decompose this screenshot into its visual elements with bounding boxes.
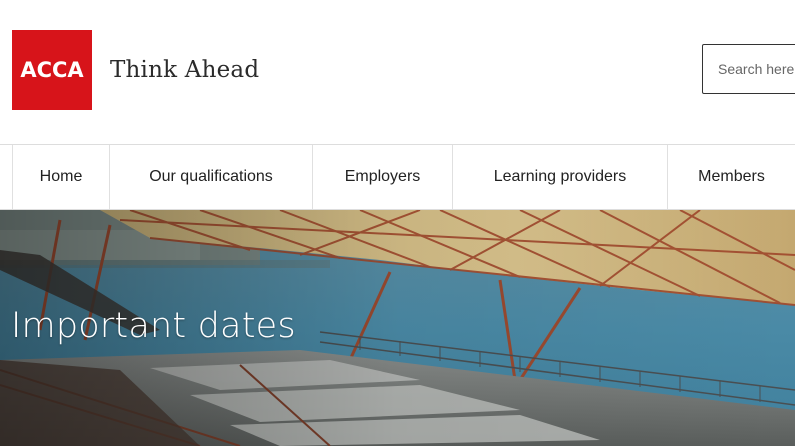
- nav-item-employers[interactable]: Employers: [312, 145, 452, 209]
- search-input[interactable]: [718, 61, 795, 77]
- nav-item-home[interactable]: Home: [12, 145, 109, 209]
- page: ACCA Think Ahead Home Our qualifications…: [0, 0, 795, 446]
- page-title: Important dates: [11, 306, 296, 346]
- nav-item-label: Learning providers: [493, 168, 627, 185]
- hero-banner: Important dates: [0, 210, 795, 446]
- main-navigation: Home Our qualifications Employers Learni…: [0, 144, 795, 210]
- nav-item-label: Home: [39, 168, 83, 185]
- nav-item-our-qualifications[interactable]: Our qualifications: [109, 145, 312, 209]
- nav-item-label: Members: [698, 168, 765, 185]
- search-box[interactable]: [702, 44, 795, 94]
- nav-item-label: Our qualifications: [149, 168, 273, 185]
- site-header: ACCA Think Ahead: [0, 0, 795, 145]
- acca-logo[interactable]: ACCA: [12, 30, 92, 110]
- nav-item-members[interactable]: Members: [667, 145, 795, 209]
- nav-item-label: Employers: [344, 168, 421, 185]
- nav-item-learning-providers[interactable]: Learning providers: [452, 145, 667, 209]
- brand-tagline: Think Ahead: [110, 57, 260, 83]
